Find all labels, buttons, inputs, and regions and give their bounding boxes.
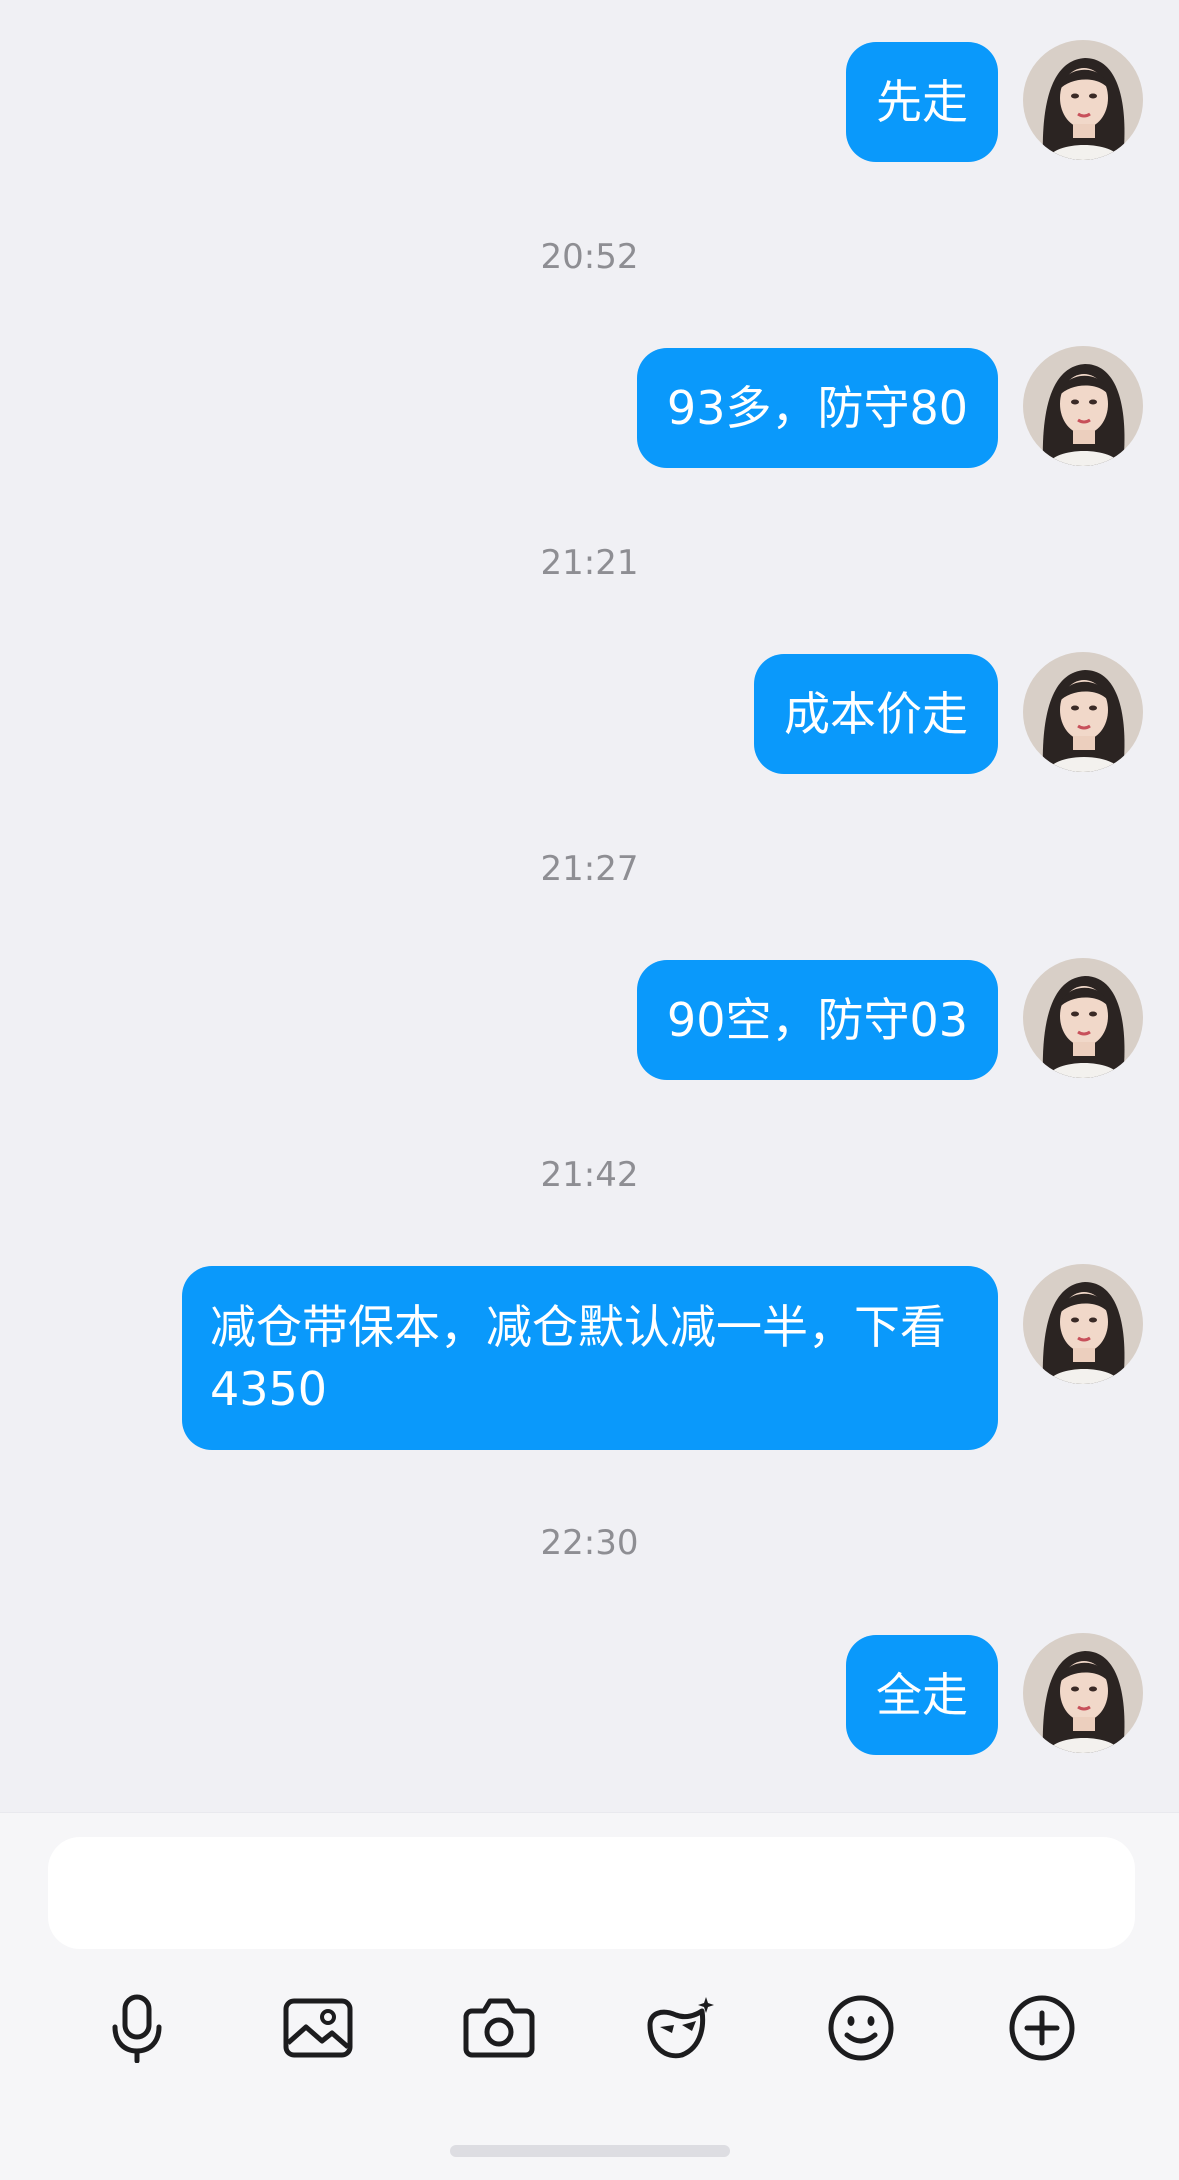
message-timestamp: 21:27 xyxy=(540,849,639,889)
message-bubble[interactable]: 90空，防守03 xyxy=(636,960,998,1080)
avatar[interactable] xyxy=(1023,958,1143,1078)
avatar-image xyxy=(1023,652,1143,772)
image-button[interactable] xyxy=(273,1983,363,2073)
message-timestamp: 22:30 xyxy=(540,1523,639,1563)
message-timestamp: 21:42 xyxy=(540,1155,639,1195)
message-input[interactable] xyxy=(48,1837,1135,1949)
avatar-image xyxy=(1023,958,1143,1078)
emoji-button[interactable] xyxy=(816,1983,906,2073)
message-bubble[interactable]: 成本价走 xyxy=(754,654,998,774)
avatar-image xyxy=(1023,1633,1143,1753)
message-bubble[interactable]: 93多，防守80 xyxy=(636,348,998,468)
camera-icon xyxy=(463,1998,535,2058)
microphone-button[interactable] xyxy=(92,1983,182,2073)
smiley-icon xyxy=(828,1995,894,2061)
message-timestamp: 20:52 xyxy=(540,237,639,277)
more-button[interactable] xyxy=(997,1983,1087,2073)
image-icon xyxy=(283,1998,353,2058)
chat-thread: 先走 20:52 93多，防守80 21:21 成本价走 21:27 90空，防… xyxy=(0,0,1179,1812)
avatar-image xyxy=(1023,346,1143,466)
composer xyxy=(0,1812,1179,2180)
home-indicator[interactable] xyxy=(450,2145,730,2157)
avatar-image xyxy=(1023,40,1143,160)
composer-toolbar xyxy=(0,1983,1179,2073)
avatar[interactable] xyxy=(1023,346,1143,466)
camera-button[interactable] xyxy=(454,1983,544,2073)
avatar[interactable] xyxy=(1023,40,1143,160)
avatar[interactable] xyxy=(1023,1264,1143,1384)
message-bubble[interactable]: 全走 xyxy=(846,1635,998,1755)
avatar-image xyxy=(1023,1264,1143,1384)
microphone-icon xyxy=(112,1994,162,2063)
avatar[interactable] xyxy=(1023,652,1143,772)
avatar[interactable] xyxy=(1023,1633,1143,1753)
mask-button[interactable] xyxy=(635,1983,725,2073)
message-bubble[interactable]: 减仓带保本，减仓默认减一半，下看4350 xyxy=(182,1266,998,1450)
plus-circle-icon xyxy=(1009,1995,1075,2061)
mask-sparkle-icon xyxy=(647,1997,714,2059)
message-bubble[interactable]: 先走 xyxy=(846,42,998,162)
message-timestamp: 21:21 xyxy=(540,543,639,583)
